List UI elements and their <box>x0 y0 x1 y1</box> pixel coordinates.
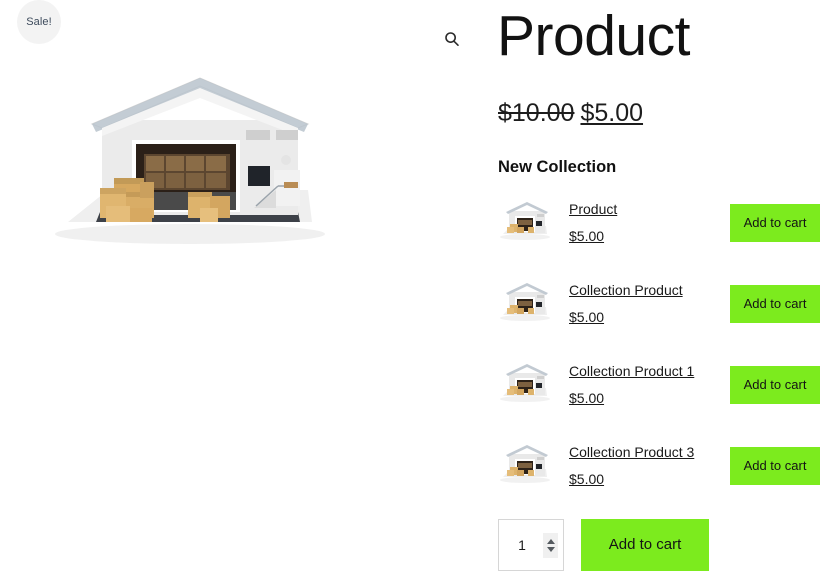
product-summary: Product $10.00 $5.00 New Collection Prod… <box>432 0 820 581</box>
price-sale: $5.00 <box>580 99 644 127</box>
warehouse-illustration <box>55 77 325 244</box>
product-price: $5.00 <box>569 309 605 325</box>
quantity-input[interactable] <box>499 520 545 570</box>
list-item: Collection Product 3 $5.00 Add to cart <box>498 436 820 517</box>
list-item: Product $5.00 Add to cart <box>498 193 820 274</box>
product-thumbnail[interactable] <box>498 441 552 485</box>
list-item: Collection Product $5.00 Add to cart <box>498 274 820 355</box>
product-link[interactable]: Product <box>569 201 617 219</box>
add-to-cart-form: Add to cart <box>498 519 709 571</box>
add-to-cart-button[interactable]: Add to cart <box>730 285 820 323</box>
page-title: Product <box>497 4 690 68</box>
product-thumbnail[interactable] <box>498 198 552 242</box>
collection-heading: New Collection <box>498 158 617 176</box>
product-link[interactable]: Collection Product 1 <box>569 363 694 381</box>
search-icon[interactable] <box>443 30 461 48</box>
quantity-spinner[interactable] <box>543 533 558 558</box>
product-page: Sale! Product $10.00 $5.00 New Collectio… <box>0 0 820 581</box>
quantity-stepper[interactable] <box>498 519 564 571</box>
chevron-down-icon[interactable] <box>546 547 555 552</box>
price-block: $10.00 $5.00 <box>498 98 643 128</box>
product-thumbnail[interactable] <box>498 360 552 404</box>
price-original: $10.00 <box>498 99 575 127</box>
add-to-cart-button[interactable]: Add to cart <box>730 366 820 404</box>
add-to-cart-button[interactable]: Add to cart <box>730 204 820 242</box>
product-price: $5.00 <box>569 390 605 406</box>
product-main-image[interactable] <box>40 62 340 252</box>
product-price: $5.00 <box>569 228 605 244</box>
sale-badge: Sale! <box>17 0 61 44</box>
product-link[interactable]: Collection Product 3 <box>569 444 694 462</box>
add-to-cart-button[interactable]: Add to cart <box>730 447 820 485</box>
product-gallery: Sale! <box>0 0 410 581</box>
product-price: $5.00 <box>569 471 605 487</box>
product-link[interactable]: Collection Product <box>569 282 683 300</box>
collection-product-list: Product $5.00 Add to cart Collection Pro… <box>498 193 820 517</box>
add-to-cart-main-button[interactable]: Add to cart <box>581 519 709 571</box>
list-item: Collection Product 1 $5.00 Add to cart <box>498 355 820 436</box>
product-thumbnail[interactable] <box>498 279 552 323</box>
chevron-up-icon[interactable] <box>546 539 555 544</box>
